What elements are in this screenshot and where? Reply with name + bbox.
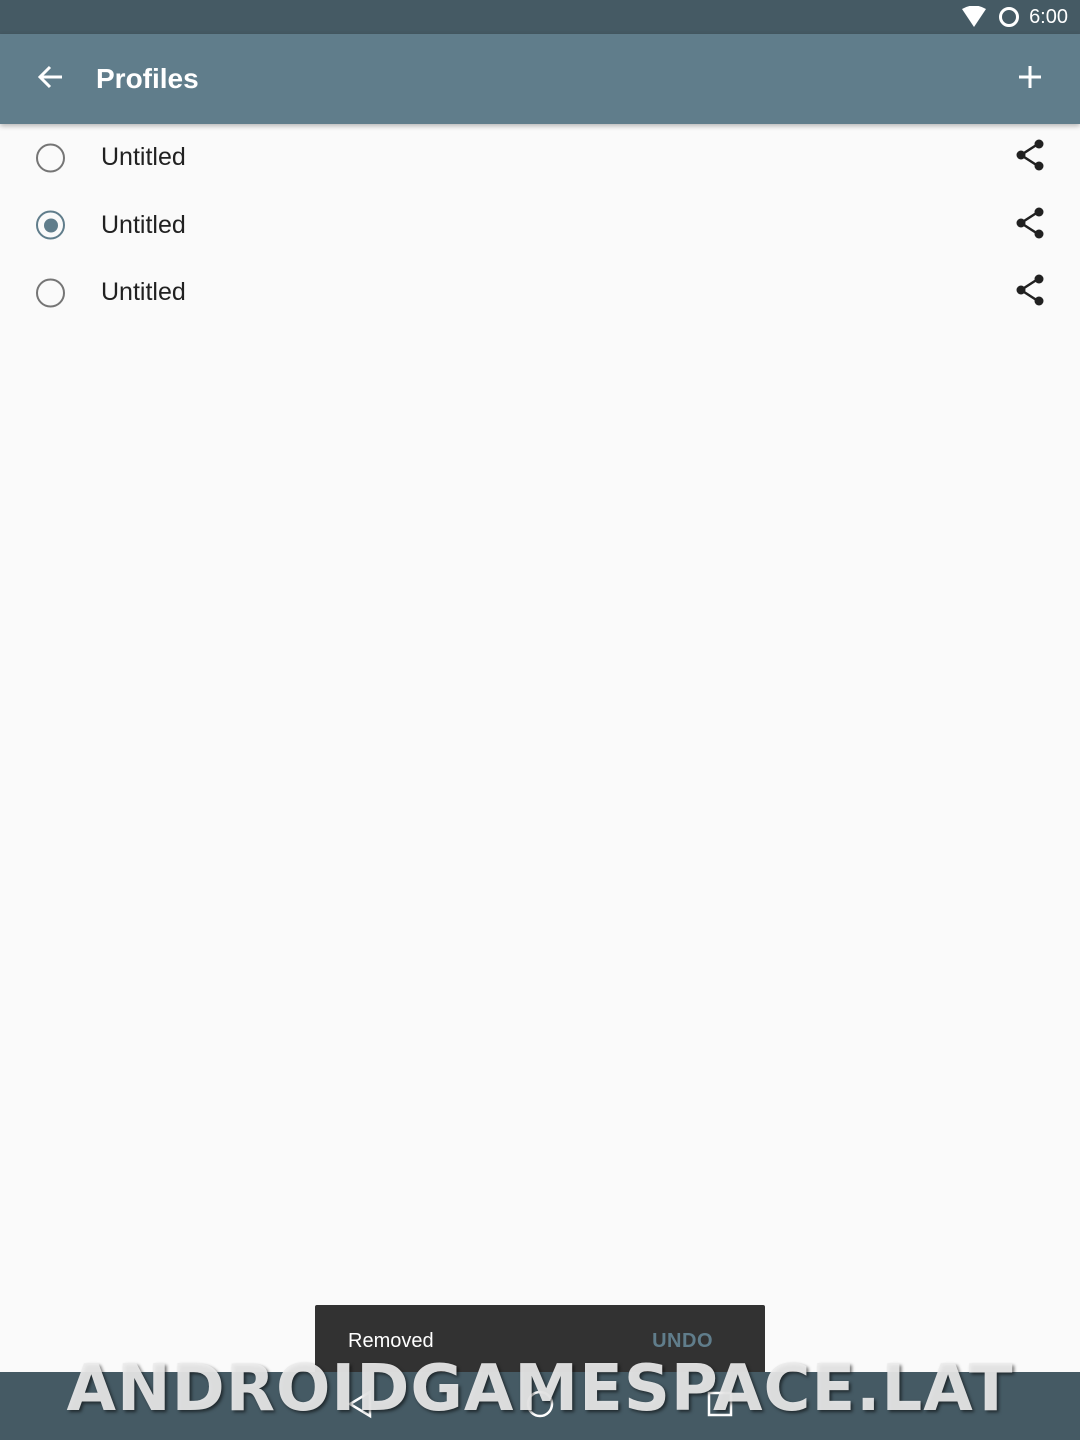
share-icon xyxy=(1015,139,1045,176)
back-button[interactable] xyxy=(22,51,78,107)
navigation-bar xyxy=(0,1372,1080,1440)
share-button[interactable] xyxy=(1008,271,1052,315)
status-time: 6:00 xyxy=(1029,5,1068,28)
profile-radio-button[interactable] xyxy=(36,278,65,308)
share-button[interactable] xyxy=(1008,203,1052,247)
share-button[interactable] xyxy=(1008,136,1052,180)
profile-radio-button-selected[interactable] xyxy=(36,210,65,240)
page-title: Profiles xyxy=(96,63,199,94)
profile-row[interactable]: Untitled xyxy=(0,192,1080,260)
arrow-back-icon xyxy=(36,63,64,96)
profile-name: Untitled xyxy=(101,210,186,239)
status-bar: 6:00 xyxy=(0,0,1080,34)
app-bar: Profiles xyxy=(0,34,1080,124)
plus-icon xyxy=(1018,65,1042,94)
add-profile-button[interactable] xyxy=(1002,51,1058,107)
sync-icon xyxy=(997,5,1021,29)
profile-name: Untitled xyxy=(101,143,186,172)
home-circle-icon xyxy=(525,1389,555,1424)
profile-radio-button[interactable] xyxy=(36,143,65,173)
profile-row[interactable]: Untitled xyxy=(0,124,1080,192)
profile-name: Untitled xyxy=(101,278,186,307)
wifi-icon xyxy=(961,6,987,28)
snackbar-message: Removed xyxy=(348,1329,434,1352)
nav-back-button[interactable] xyxy=(330,1376,390,1436)
snackbar: Removed UNDO xyxy=(315,1305,765,1377)
undo-button[interactable]: UNDO xyxy=(652,1330,713,1353)
share-icon xyxy=(1015,207,1045,244)
recents-square-icon xyxy=(706,1390,734,1423)
back-triangle-icon xyxy=(346,1389,374,1424)
share-icon xyxy=(1015,274,1045,311)
nav-home-button[interactable] xyxy=(510,1376,570,1436)
nav-recents-button[interactable] xyxy=(690,1376,750,1436)
profile-row[interactable]: Untitled xyxy=(0,259,1080,327)
profile-list: Untitled Untitled Untitled xyxy=(0,124,1080,327)
